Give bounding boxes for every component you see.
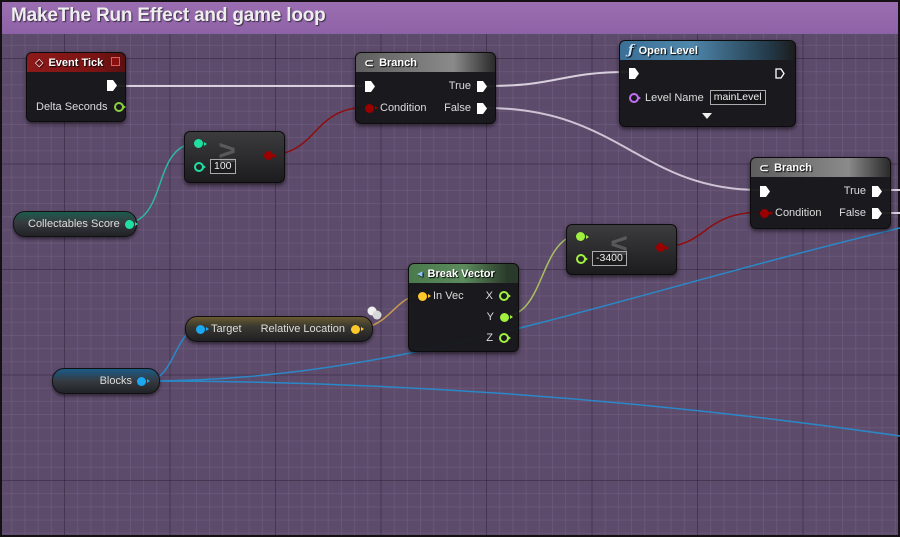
- collectables-score-variable[interactable]: Collectables Score: [13, 211, 138, 237]
- node-header: ◇ Event Tick: [27, 53, 125, 72]
- chevron-down-icon[interactable]: [702, 113, 712, 119]
- node-title: Event Tick: [48, 56, 104, 69]
- function-icon: ƒ: [628, 43, 634, 58]
- vector-in-pin[interactable]: [418, 291, 431, 301]
- node-header: ◂ Break Vector: [409, 264, 518, 283]
- int-out-pin[interactable]: [124, 219, 138, 229]
- bool-in-pin[interactable]: [760, 208, 773, 218]
- object-out-pin[interactable]: [137, 376, 150, 386]
- exec-in-pin[interactable]: [629, 68, 639, 79]
- variable-label: Collectables Score: [28, 218, 120, 230]
- pin-label: Y: [486, 311, 494, 323]
- int-in-pin-b[interactable]: [194, 161, 206, 172]
- node-header: ⊂ Branch: [751, 158, 890, 177]
- pin-label: Condition: [380, 102, 427, 114]
- node-title: Open Level: [638, 44, 698, 57]
- exec-true-pin[interactable]: [477, 80, 487, 92]
- break-vector-node[interactable]: ◂ Break Vector In Vec X Y Z: [408, 263, 519, 352]
- float-y-out-pin[interactable]: [500, 312, 513, 322]
- exec-in-pin[interactable]: [365, 81, 375, 92]
- bool-out-pin[interactable]: [656, 243, 669, 252]
- exec-in-pin[interactable]: [760, 186, 770, 197]
- name-in-pin[interactable]: [629, 92, 641, 103]
- exec-false-pin[interactable]: [477, 102, 487, 114]
- vector-icon: ◂: [417, 268, 423, 280]
- compare-less-equal-node[interactable]: ≤ -3400: [566, 224, 677, 275]
- compare-greater-equal-node[interactable]: ≥ 100: [184, 131, 285, 183]
- compare-value-input[interactable]: 100: [210, 159, 236, 174]
- variable-label: Blocks: [99, 375, 132, 387]
- blocks-variable[interactable]: Blocks: [52, 368, 160, 394]
- pin-label: Condition: [775, 207, 822, 219]
- exec-wire[interactable]: [485, 71, 629, 87]
- pin-label: X: [485, 290, 493, 302]
- branch-node[interactable]: ⊂ Branch True Condition False: [355, 52, 496, 124]
- node-title: Branch: [379, 56, 417, 69]
- pin-label: Delta Seconds: [36, 101, 108, 113]
- pin-label: False: [444, 102, 471, 114]
- float-x-out-pin[interactable]: [499, 291, 511, 301]
- exec-true-pin[interactable]: [872, 185, 882, 197]
- event-tick-node[interactable]: ◇ Event Tick Delta Seconds: [26, 52, 126, 122]
- branch-icon: ⊂: [364, 55, 375, 70]
- pin-label: Level Name: [645, 91, 704, 104]
- node-title: Branch: [774, 161, 812, 174]
- pin-label: True: [843, 185, 866, 197]
- pin-label: False: [839, 207, 866, 219]
- float-out-pin[interactable]: [113, 102, 126, 112]
- node-header: ⊂ Branch: [356, 53, 495, 72]
- pin-label: Z: [486, 332, 493, 344]
- float-in-pin-a[interactable]: [576, 232, 589, 241]
- bool-out-pin[interactable]: [264, 151, 277, 160]
- bool-in-pin[interactable]: [365, 103, 378, 113]
- float-z-out-pin[interactable]: [499, 333, 511, 343]
- exec-out-pin[interactable]: [775, 68, 785, 79]
- branch-node[interactable]: ⊂ Branch True Condition False: [750, 157, 891, 229]
- float-in-pin-b[interactable]: [576, 253, 588, 264]
- object-wire[interactable]: [145, 380, 900, 437]
- exec-false-pin[interactable]: [872, 207, 882, 219]
- vector-out-pin[interactable]: [351, 324, 364, 334]
- level-name-input[interactable]: mainLevel: [709, 90, 766, 105]
- stop-icon: [111, 57, 120, 66]
- object-wire[interactable]: [145, 227, 900, 382]
- pin-label: Target: [211, 323, 242, 335]
- int-in-pin-a[interactable]: [194, 139, 207, 148]
- node-header: ƒ Open Level: [620, 41, 795, 60]
- object-in-pin[interactable]: [196, 324, 209, 334]
- node-title: Break Vector: [427, 267, 495, 280]
- open-level-node[interactable]: ƒ Open Level Level Name mainLevel: [619, 40, 796, 127]
- exec-out-pin[interactable]: [107, 80, 117, 91]
- compare-value-input[interactable]: -3400: [592, 251, 627, 266]
- pin-label: Relative Location: [260, 323, 345, 335]
- pin-label: True: [448, 80, 471, 92]
- event-diamond-icon: ◇: [35, 57, 44, 69]
- reroute-knot[interactable]: [372, 310, 382, 320]
- branch-icon: ⊂: [759, 160, 770, 175]
- get-relative-location-node[interactable]: Target Relative Location: [185, 316, 373, 342]
- pin-label: In Vec: [433, 290, 464, 302]
